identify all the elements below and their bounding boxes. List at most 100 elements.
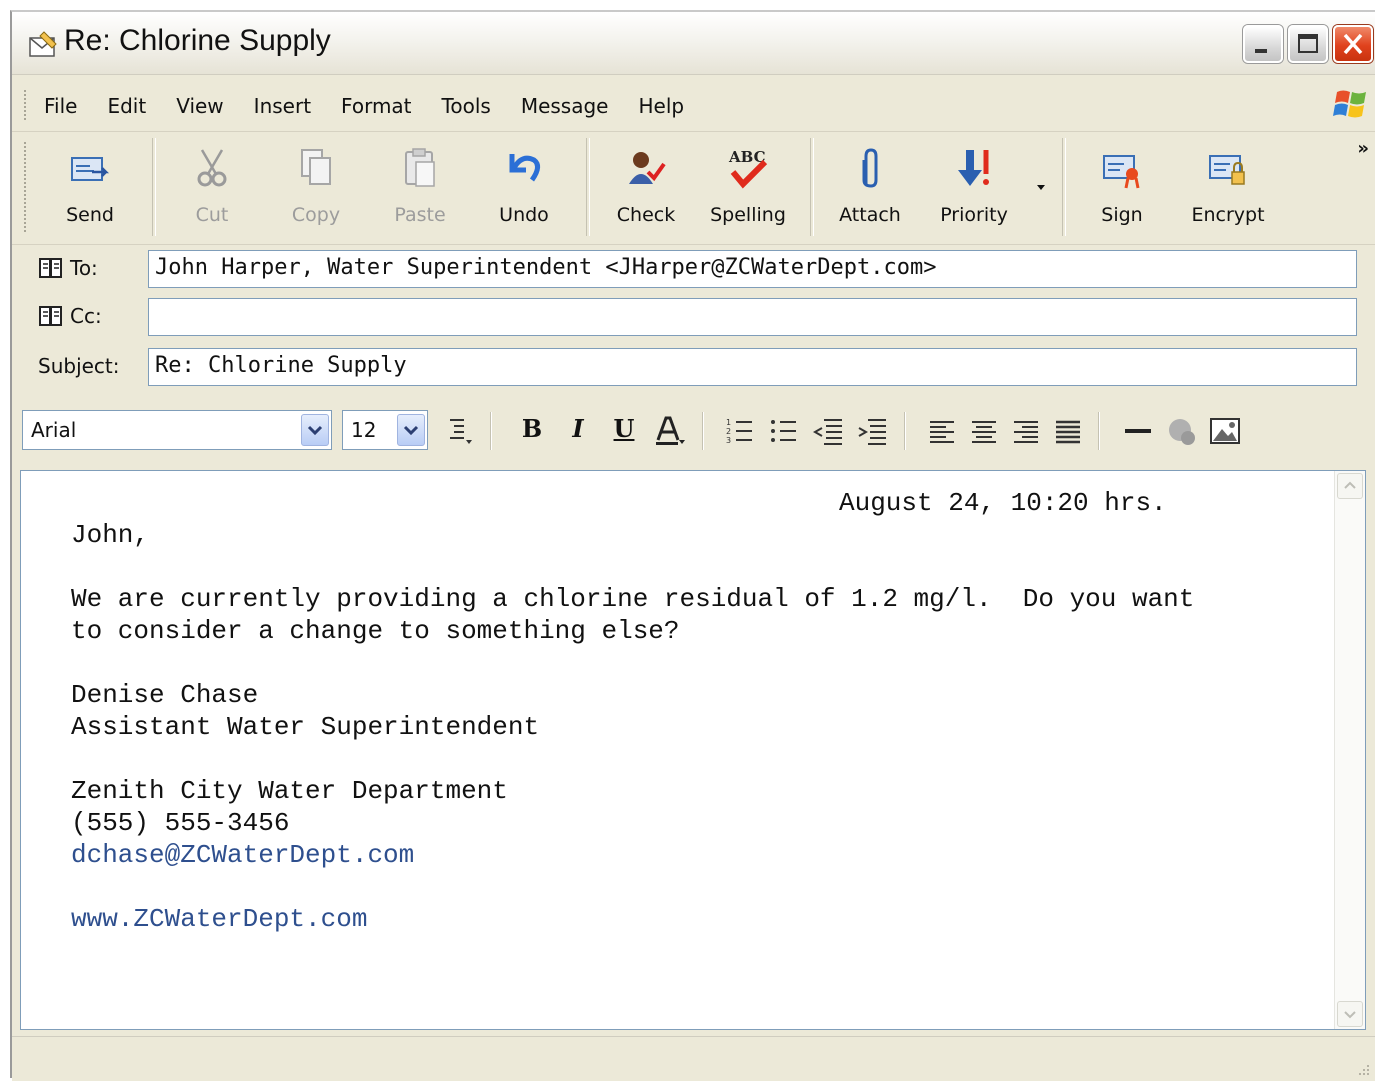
font-size-dropdown-button[interactable] [397,414,425,446]
align-left-button[interactable] [926,414,958,448]
cut-button[interactable]: Cut [162,142,262,232]
message-body[interactable]: August 24, 10:20 hrs. John, We are curre… [20,470,1366,1030]
spelling-button[interactable]: ABC Spelling [698,142,798,232]
horizontal-line-button[interactable] [1122,414,1154,448]
scissors-icon [197,149,227,187]
menu-format[interactable]: Format [341,94,411,118]
menu-tools[interactable]: Tools [442,94,491,118]
minimize-icon [1255,49,1267,53]
insert-hyperlink-button[interactable] [1164,414,1196,448]
send-label: Send [66,204,114,226]
signature-organization: Zenith City Water Department [71,776,508,806]
menu-file[interactable]: File [44,94,77,118]
justify-button[interactable] [1052,414,1084,448]
toolbar-separator [586,138,590,236]
address-book-icon[interactable] [38,256,64,280]
increase-indent-button[interactable] [856,414,888,448]
toolbar-overflow-chevron-icon[interactable]: » [1357,138,1369,159]
font-color-icon [656,416,685,445]
italic-button[interactable]: I [562,414,594,448]
to-field[interactable]: John Harper, Water Superintendent <JHarp… [148,250,1357,288]
menu-insert[interactable]: Insert [254,94,311,118]
subject-label: Subject: [38,354,120,378]
window-title: Re: Chlorine Supply [64,24,331,57]
toolbar-grip[interactable] [24,142,30,232]
svg-text:1: 1 [726,418,731,427]
svg-text:2: 2 [726,427,731,436]
address-book-icon[interactable] [38,304,64,328]
send-icon [71,157,110,181]
toolbar-separator [152,138,156,236]
resize-grip-icon[interactable] [1355,1061,1371,1077]
paragraph-style-icon [450,419,472,444]
decrease-indent-button[interactable] [812,414,844,448]
compose-message-icon [29,31,57,57]
to-label: To: [70,256,98,280]
horizontal-line-icon [1125,429,1151,433]
align-left-icon [930,421,954,443]
send-button[interactable]: Send [40,142,140,232]
decrease-indent-icon [812,419,842,445]
priority-label: Priority [940,204,1008,226]
cc-label: Cc: [70,304,102,328]
sign-label: Sign [1101,204,1143,226]
bullet-list-button[interactable] [768,414,800,448]
align-center-button[interactable] [968,414,1000,448]
minimize-button[interactable] [1243,25,1283,63]
title-bar[interactable]: Re: Chlorine Supply [12,12,1375,75]
sign-button[interactable]: Sign [1072,142,1172,232]
spelling-label: Spelling [710,204,786,226]
undo-icon [509,154,540,182]
font-dropdown-button[interactable] [301,414,329,446]
encrypt-button[interactable]: Encrypt [1178,142,1278,232]
bold-button[interactable]: B [516,414,548,448]
paste-button[interactable]: Paste [370,142,470,232]
priority-dropdown-icon[interactable] [1034,182,1048,192]
toolbar-separator [1062,138,1066,236]
signature-website-link[interactable]: www.ZCWaterDept.com [71,903,367,935]
priority-icon [958,150,989,186]
format-separator [1098,412,1100,450]
subject-field[interactable]: Re: Chlorine Supply [148,348,1357,386]
signature-title: Assistant Water Superintendent [71,712,540,742]
cc-row: Cc: [12,298,1375,338]
scroll-up-button[interactable] [1337,473,1363,499]
font-value: Arial [31,418,77,442]
copy-button[interactable]: Copy [266,142,366,232]
menu-view[interactable]: View [176,94,223,118]
insert-picture-button[interactable] [1208,414,1240,448]
menu-edit[interactable]: Edit [107,94,146,118]
toolbar-separator [810,138,814,236]
chevron-down-icon [1344,1011,1356,1019]
font-size-select[interactable]: 12 [342,410,428,450]
undo-button[interactable]: Undo [474,142,574,232]
font-select[interactable]: Arial [22,410,332,450]
attach-label: Attach [839,204,901,226]
priority-button[interactable]: Priority [924,142,1024,232]
toolbar: Send Cut Copy Paste Undo Check ABC Spell… [12,132,1375,245]
align-center-icon [972,421,996,443]
maximize-button[interactable] [1288,25,1328,63]
signature-email-link[interactable]: dchase@ZCWaterDept.com [71,839,414,871]
attach-button[interactable]: Attach [820,142,920,232]
paragraph-style-button[interactable] [444,414,476,448]
menu-message[interactable]: Message [521,94,609,118]
scroll-down-button[interactable] [1337,1001,1363,1027]
check-names-button[interactable]: Check [596,142,696,232]
font-color-button[interactable] [652,414,685,448]
font-size-value: 12 [351,418,377,442]
numbered-list-icon: 123 [726,418,752,445]
cc-field[interactable] [148,298,1357,336]
underline-button[interactable]: U [608,414,640,448]
format-separator [904,412,906,450]
close-button[interactable] [1333,25,1373,63]
menu-help[interactable]: Help [638,94,684,118]
signature-name: Denise Chase [71,680,259,710]
menu-grip[interactable] [24,90,30,120]
encrypt-lock-icon [1209,155,1245,185]
vertical-scrollbar[interactable] [1334,471,1365,1029]
increase-indent-icon [858,419,886,445]
align-right-button[interactable] [1010,414,1042,448]
numbered-list-button[interactable]: 123 [724,414,756,448]
chevron-down-icon [307,425,323,436]
